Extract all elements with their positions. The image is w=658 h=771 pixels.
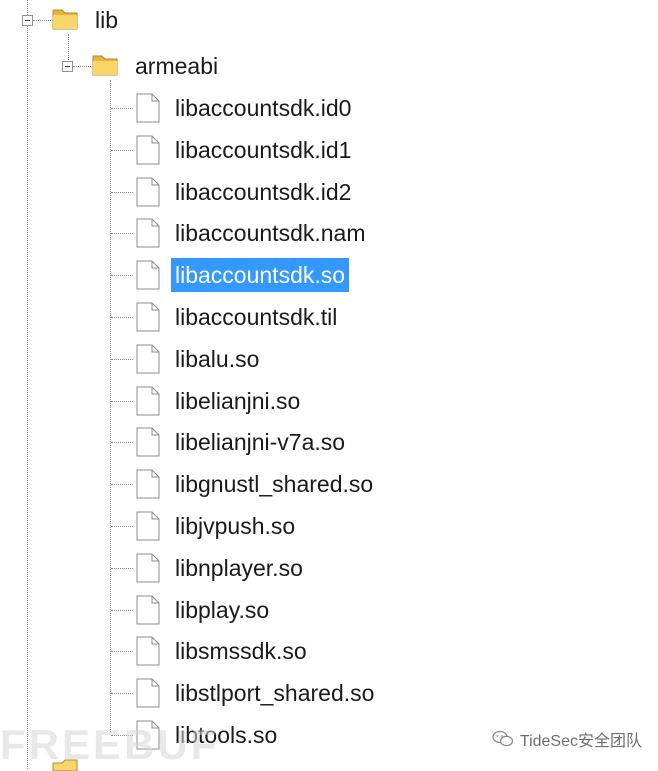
file-label: libjvpush.so xyxy=(175,513,296,539)
file-icon xyxy=(136,511,160,541)
file-label: libelianjni.so xyxy=(175,387,301,414)
file-label: libnplayer.so xyxy=(175,554,303,581)
file-label: libelianjni-v7a.so xyxy=(175,429,346,456)
file-item[interactable]: libstlport_shared.so xyxy=(0,673,560,713)
folder-icon xyxy=(52,9,78,30)
file-item[interactable]: libgnustl_shared.so xyxy=(0,464,560,504)
file-icon xyxy=(136,553,160,583)
file-label: libgnustl_shared.so xyxy=(175,471,374,498)
wechat-account-name: TideSec安全团队 xyxy=(519,733,642,750)
file-item[interactable]: libnplayer.so xyxy=(0,548,560,588)
file-item[interactable]: libaccountsdk.so xyxy=(0,255,560,295)
file-icon xyxy=(136,386,160,416)
wechat-account-badge: TideSec安全团队 xyxy=(492,727,642,751)
file-item[interactable]: libsmssdk.so xyxy=(0,631,560,671)
file-icon xyxy=(136,427,160,457)
file-item[interactable]: libaccountsdk.nam xyxy=(0,213,560,253)
file-item[interactable]: libelianjni.so xyxy=(0,381,560,421)
file-label: libaccountsdk.id1 xyxy=(175,136,352,163)
file-icon xyxy=(136,678,160,708)
file-label: libaccountsdk.id2 xyxy=(175,178,352,205)
file-label: libplay.so xyxy=(175,596,270,623)
file-icon xyxy=(136,302,160,332)
collapse-icon[interactable] xyxy=(62,61,73,72)
folder-icon xyxy=(92,55,118,76)
file-item[interactable]: libaccountsdk.id1 xyxy=(0,130,560,170)
tree-node-armeabi[interactable]: armeabi xyxy=(40,46,280,86)
file-item[interactable]: libaccountsdk.id2 xyxy=(0,172,560,212)
watermark-logo: FREEBUF xyxy=(0,721,220,768)
file-item[interactable]: libjvpush.so xyxy=(0,506,560,546)
file-icon xyxy=(136,218,160,248)
file-icon xyxy=(136,595,160,625)
wechat-icon xyxy=(492,730,514,747)
file-item[interactable]: libplay.so xyxy=(0,590,560,630)
file-icon xyxy=(136,177,160,207)
collapse-icon[interactable] xyxy=(22,15,33,26)
file-label: libstlport_shared.so xyxy=(175,680,375,707)
folder-label: armeabi xyxy=(135,53,219,79)
file-icon xyxy=(136,636,160,666)
file-item[interactable]: libaccountsdk.til xyxy=(0,297,560,337)
file-label: libaccountsdk.so xyxy=(171,258,350,293)
folder-label: lib xyxy=(95,7,119,33)
file-item[interactable]: libelianjni-v7a.so xyxy=(0,422,560,462)
file-tree: lib armeabi libaccountsdk.id0 libaccounts… xyxy=(0,0,658,771)
file-label: libalu.so xyxy=(175,345,260,372)
file-icon xyxy=(136,93,160,123)
file-item[interactable]: libaccountsdk.id0 xyxy=(0,88,560,128)
file-icon xyxy=(136,344,160,374)
file-icon xyxy=(136,260,160,290)
file-label: libsmssdk.so xyxy=(175,638,307,665)
file-item[interactable]: libalu.so xyxy=(0,339,560,379)
tree-node-lib[interactable]: lib xyxy=(0,0,200,40)
file-icon xyxy=(136,469,160,499)
file-label: libaccountsdk.til xyxy=(175,304,338,330)
file-label: libaccountsdk.nam xyxy=(175,220,366,247)
file-label: libaccountsdk.id0 xyxy=(175,95,352,121)
file-icon xyxy=(136,135,160,165)
